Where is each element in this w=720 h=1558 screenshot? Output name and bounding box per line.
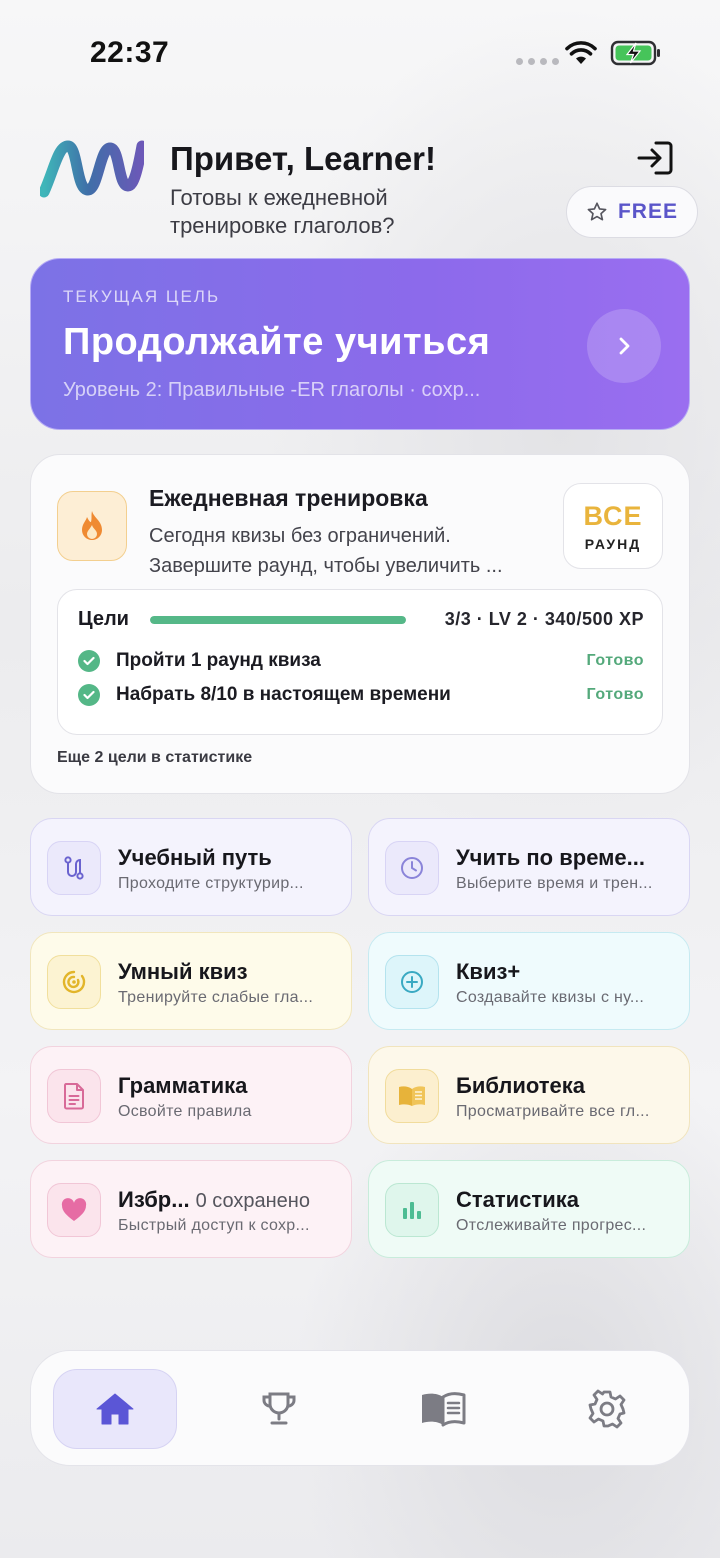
daily-line-2: Завершите раунд, чтобы увеличить ...	[149, 555, 503, 577]
plan-badge-button[interactable]: FREE	[566, 186, 698, 238]
plus-circle-icon	[401, 971, 423, 993]
tile-title: Статистика	[456, 1187, 579, 1212]
goal-status: Готово	[586, 652, 644, 669]
tile-learning-path[interactable]: Учебный путь Проходите структурир...	[30, 818, 352, 916]
sign-in-icon[interactable]	[636, 140, 674, 176]
app-logo-icon	[40, 140, 144, 198]
tile-subtitle: Тренируйте слабые гла...	[118, 989, 314, 1006]
heart-icon-box	[47, 1183, 101, 1237]
star-icon	[587, 202, 607, 221]
goal-row: Набрать 8/10 в настоящем времени Готово	[78, 684, 644, 706]
greeting-subtitle: Готовы к ежедневной тренировке глаголов?	[170, 185, 395, 238]
bar-chart-icon-box	[385, 1183, 439, 1237]
check-circle-icon	[78, 684, 100, 706]
daily-line-1: Сегодня квизы без ограничений.	[149, 525, 451, 547]
check-circle-icon	[78, 650, 100, 672]
tile-title: Учить по време...	[456, 845, 645, 870]
goals-progress-bar	[150, 616, 406, 624]
clock-icon-box	[385, 841, 439, 895]
daily-description: Сегодня квизы без ограничений. Завершите…	[149, 521, 549, 581]
nav-home[interactable]	[53, 1369, 177, 1449]
trophy-icon	[262, 1392, 296, 1425]
tile-grammar[interactable]: Грамматика Освойте правила	[30, 1046, 352, 1144]
book-icon-box	[385, 1069, 439, 1123]
goal-row: Пройти 1 раунд квиза Готово	[78, 650, 644, 672]
tile-title: Учебный путь	[118, 845, 272, 870]
bar-chart-icon	[403, 1202, 421, 1219]
tile-title: Избр... 0 сохранено	[118, 1187, 344, 1213]
goals-box: Цели 3/3 · LV 2 · 340/500 XP Пройти 1 ра…	[57, 589, 663, 735]
document-icon	[64, 1083, 84, 1110]
goal-text: Пройти 1 раунд квиза	[116, 650, 321, 671]
gear-icon	[588, 1389, 626, 1429]
goal-text: Набрать 8/10 в настоящем времени	[116, 684, 451, 705]
tile-library[interactable]: Библиотека Просматривайте все гл...	[368, 1046, 690, 1144]
daily-training-card: Ежедневная тренировка Сегодня квизы без …	[30, 454, 690, 794]
tile-subtitle: Создавайте квизы с ну...	[456, 989, 645, 1006]
goal-status: Готово	[586, 686, 644, 703]
round-badge: ВСЕ РАУНД	[563, 483, 663, 569]
bottom-nav	[30, 1350, 690, 1466]
nav-library[interactable]	[381, 1369, 505, 1449]
book-icon	[399, 1086, 425, 1106]
greeting-title: Привет, Learner!	[170, 140, 436, 177]
fire-icon-box	[57, 491, 127, 561]
tile-title: Грамматика	[118, 1073, 248, 1098]
round-badge-value: ВСЕ	[583, 500, 643, 531]
tile-smart-quiz[interactable]: Умный квиз Тренируйте слабые гла...	[30, 932, 352, 1030]
plan-label: FREE	[617, 200, 678, 223]
more-goals-link[interactable]: Еще 2 цели в статистике	[57, 749, 252, 767]
goals-stats: 3/3 · LV 2 · 340/500 XP	[444, 609, 644, 629]
tile-quiz-plus[interactable]: Квиз+ Создавайте квизы с ну...	[368, 932, 690, 1030]
home-icon	[96, 1393, 134, 1425]
round-badge-label: РАУНД	[584, 535, 642, 552]
nav-settings[interactable]	[545, 1369, 669, 1449]
wifi-icon	[565, 41, 597, 64]
tile-favorites[interactable]: Избр... 0 сохранено Быстрый доступ к сохр…	[30, 1160, 352, 1258]
current-goal-banner[interactable]: ТЕКУЩАЯ ЦЕЛЬ Продолжайте учиться Уровень…	[30, 258, 690, 430]
goals-progress-fill	[150, 616, 406, 624]
goal-title: Продолжайте учиться	[63, 321, 491, 363]
target-icon	[62, 970, 86, 994]
daily-title: Ежедневная тренировка	[149, 485, 428, 511]
goals-label: Цели	[78, 608, 129, 630]
battery-charging-icon	[610, 40, 660, 66]
tile-subtitle: Просматривайте все гл...	[456, 1103, 650, 1120]
tile-title: Квиз+	[456, 959, 521, 984]
tile-learn-by-tense[interactable]: Учить по време... Выберите время и трен.…	[368, 818, 690, 916]
tile-statistics[interactable]: Статистика Отслеживайте прогрес...	[368, 1160, 690, 1258]
tile-title: Библиотека	[456, 1073, 586, 1098]
goal-kicker: ТЕКУЩАЯ ЦЕЛЬ	[63, 287, 221, 306]
goal-continue-button[interactable]	[587, 309, 661, 383]
heart-icon	[61, 1198, 87, 1221]
clock-icon	[401, 857, 423, 879]
path-icon	[64, 856, 84, 880]
tile-subtitle: Отслеживайте прогрес...	[456, 1217, 647, 1234]
tile-title: Умный квиз	[118, 959, 248, 984]
goal-subtitle: Уровень 2: Правильные -ER глаголы · сохр…	[63, 379, 481, 401]
chevron-right-icon	[619, 337, 630, 355]
document-icon-box	[47, 1069, 101, 1123]
target-icon-box	[47, 955, 101, 1009]
cellular-icon	[516, 58, 559, 65]
tile-title-text: Избр...	[118, 1187, 190, 1212]
plus-circle-icon-box	[385, 955, 439, 1009]
tile-subtitle: Освойте правила	[118, 1103, 252, 1120]
path-icon-box	[47, 841, 101, 895]
nav-trophy[interactable]	[217, 1369, 341, 1449]
status-time: 22:37	[90, 36, 170, 69]
tile-subtitle: Быстрый доступ к сохр...	[118, 1217, 310, 1234]
tile-subtitle: Выберите время и трен...	[456, 875, 653, 892]
saved-count: 0 сохранено	[195, 1190, 310, 1212]
tile-subtitle: Проходите структурир...	[118, 875, 304, 892]
open-book-icon	[422, 1392, 466, 1427]
fire-icon	[82, 511, 102, 540]
